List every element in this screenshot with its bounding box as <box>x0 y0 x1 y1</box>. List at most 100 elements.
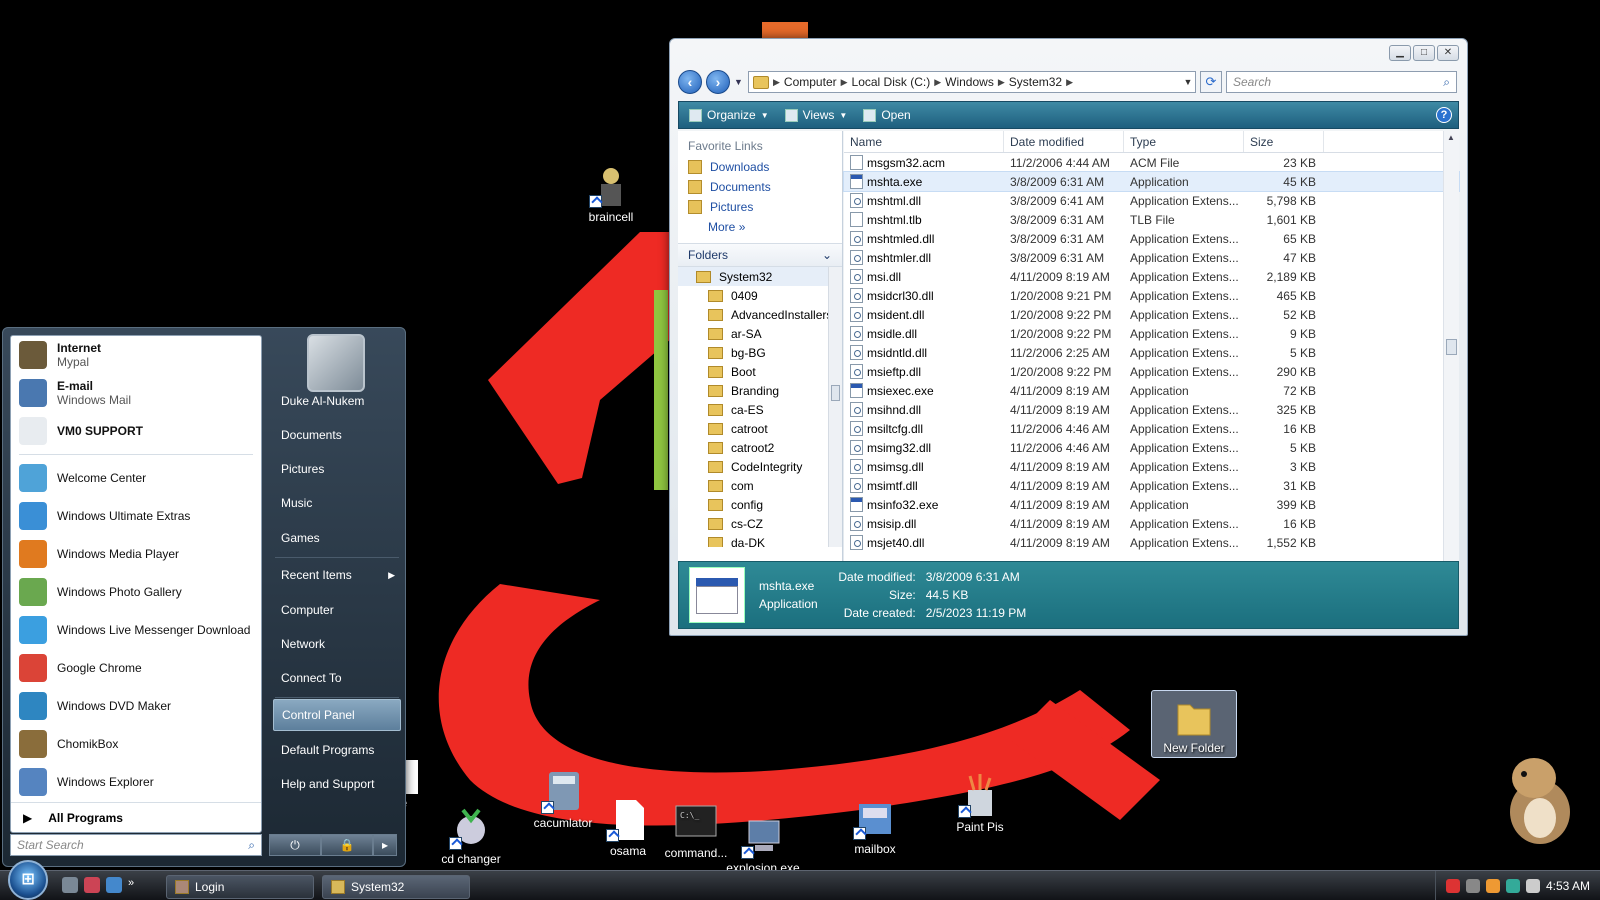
favorite-link-downloads[interactable]: Downloads <box>678 157 842 177</box>
desktop-icon-new-folder[interactable]: New Folder <box>1151 690 1237 758</box>
file-row[interactable]: msimtf.dll 4/11/2009 8:19 AM Application E… <box>844 476 1459 495</box>
file-row[interactable]: msieftp.dll 1/20/2008 9:22 PM Application … <box>844 362 1459 381</box>
start-menu-pinned-item[interactable]: Internet Mypal <box>11 336 261 374</box>
tree-scrollbar-thumb[interactable] <box>831 385 840 401</box>
address-dropdown-icon[interactable]: ▼ <box>1181 77 1195 87</box>
file-row[interactable]: mshta.exe 3/8/2009 6:31 AM Application 45 K… <box>843 171 1460 192</box>
start-menu-link[interactable]: Computer <box>273 594 401 626</box>
start-menu-program-item[interactable]: Windows Explorer <box>11 763 261 801</box>
start-menu-program-item[interactable]: Welcome Center <box>11 459 261 497</box>
tree-item-system32[interactable]: System32 <box>678 267 842 286</box>
file-row[interactable]: mshtml.tlb 3/8/2009 6:31 AM TLB File 1,601 … <box>844 210 1459 229</box>
help-icon[interactable]: ? <box>1436 107 1452 123</box>
back-button[interactable]: ‹ <box>678 70 702 94</box>
clock[interactable]: 4:53 AM <box>1546 879 1590 893</box>
shutdown-options-arrow-icon[interactable]: ▸ <box>373 834 397 856</box>
browser-quicklaunch-icon[interactable] <box>84 877 100 893</box>
file-row[interactable]: msjet40.dll 4/11/2009 8:19 AM Application … <box>844 533 1459 552</box>
start-menu-link[interactable]: Control Panel <box>273 699 401 731</box>
column-header-size[interactable]: Size <box>1244 131 1324 152</box>
breadcrumb-system32[interactable]: System32 <box>1009 75 1062 89</box>
tree-item[interactable]: AdvancedInstallers <box>678 305 842 324</box>
desktop-icon-braincell[interactable]: braincell <box>568 164 654 224</box>
start-menu-link[interactable]: Recent Items ▶ <box>273 559 401 591</box>
tree-item[interactable]: bg-BG <box>678 343 842 362</box>
folders-header[interactable]: Folders ⌄ <box>678 243 842 267</box>
views-button[interactable]: Views ▼ <box>784 108 847 122</box>
file-row[interactable]: mshtmled.dll 3/8/2009 6:31 AM Application … <box>844 229 1459 248</box>
start-menu-program-item[interactable]: Windows Ultimate Extras <box>11 497 261 535</box>
recent-pages-dropdown[interactable]: ▼ <box>734 77 744 87</box>
tree-item[interactable]: catroot2 <box>678 438 842 457</box>
search-icon[interactable]: ⌕ <box>1443 75 1450 90</box>
scroll-up-icon[interactable]: ▲ <box>1447 133 1455 142</box>
file-row[interactable]: msinfo32.exe 4/11/2009 8:19 AM Application… <box>844 495 1459 514</box>
start-search-input[interactable]: Start Search ⌕ <box>10 834 262 856</box>
taskbar-button-login[interactable]: Login <box>166 875 314 899</box>
file-row[interactable]: mshtml.dll 3/8/2009 6:41 AM Application Ex… <box>844 191 1459 210</box>
start-menu-link[interactable]: Default Programs <box>273 734 401 766</box>
column-header-date[interactable]: Date modified <box>1004 131 1124 152</box>
favorite-link-documents[interactable]: Documents <box>678 177 842 197</box>
tree-item[interactable]: catroot <box>678 419 842 438</box>
tray-app-icon[interactable] <box>1485 879 1500 893</box>
start-menu-link[interactable]: Help and Support <box>273 768 401 800</box>
tree-item[interactable]: Branding <box>678 381 842 400</box>
file-row[interactable]: msisip.dll 4/11/2009 8:19 AM Application E… <box>844 514 1459 533</box>
breadcrumb-local-disk[interactable]: Local Disk (C:) <box>852 75 931 89</box>
column-header-name[interactable]: Name <box>844 131 1004 152</box>
file-row[interactable]: msi.dll 4/11/2009 8:19 AM Application Exte… <box>844 267 1459 286</box>
network-icon[interactable] <box>1505 879 1520 893</box>
start-menu-program-item[interactable]: Windows Media Player <box>11 535 261 573</box>
start-menu-link[interactable]: Music <box>273 487 401 519</box>
start-menu-link[interactable]: Games <box>273 522 401 554</box>
start-menu-program-item[interactable]: Windows Photo Gallery <box>11 573 261 611</box>
favorite-link-pictures[interactable]: Pictures <box>678 197 842 217</box>
quick-launch-more-icon[interactable]: » <box>128 877 138 893</box>
file-list-scrollbar[interactable]: ▲ ▼ <box>1443 131 1459 597</box>
close-button[interactable]: ✕ <box>1437 45 1459 61</box>
tree-item[interactable]: cs-CZ <box>678 514 842 533</box>
column-header-type[interactable]: Type <box>1124 131 1244 152</box>
lock-button-icon[interactable]: 🔒 <box>321 834 373 856</box>
tree-item[interactable]: Boot <box>678 362 842 381</box>
user-picture-avatar[interactable] <box>307 334 365 392</box>
file-row[interactable]: msihnd.dll 4/11/2009 8:19 AM Application E… <box>844 400 1459 419</box>
start-menu-link[interactable]: Duke Al-Nukem <box>273 385 401 417</box>
file-list-scrollbar-thumb[interactable] <box>1446 339 1457 355</box>
search-icon[interactable]: ⌕ <box>248 838 255 853</box>
open-button[interactable]: Open <box>863 108 911 122</box>
maximize-button[interactable]: □ <box>1413 45 1435 61</box>
start-menu-program-item[interactable]: ChomikBox <box>11 725 261 763</box>
switch-windows-icon[interactable] <box>106 877 122 893</box>
start-menu-pinned-item[interactable]: E-mail Windows Mail <box>11 374 261 412</box>
power-button-icon[interactable]: ⏻ <box>269 834 321 856</box>
more-links[interactable]: More » <box>678 217 842 237</box>
address-bar[interactable]: ▶ Computer ▶ Local Disk (C:) ▶ Windows ▶… <box>748 71 1196 93</box>
search-input[interactable]: Search ⌕ <box>1226 71 1457 93</box>
tray-app-icon[interactable] <box>1465 879 1480 893</box>
start-menu-pinned-item[interactable]: VM0 SUPPORT <box>11 412 261 450</box>
breadcrumb-computer[interactable]: Computer <box>784 75 837 89</box>
start-menu-link[interactable]: Network <box>273 628 401 660</box>
tree-scrollbar[interactable] <box>828 267 842 547</box>
desktop-icon-paint-pis[interactable]: Paint Pis <box>937 774 1023 834</box>
file-row[interactable]: msiltcfg.dll 11/2/2006 4:46 AM Application… <box>844 419 1459 438</box>
start-menu-link[interactable]: Documents <box>273 419 401 451</box>
file-row[interactable]: msident.dll 1/20/2008 9:22 PM Application … <box>844 305 1459 324</box>
file-row[interactable]: mshtmler.dll 3/8/2009 6:31 AM Application … <box>844 248 1459 267</box>
refresh-button[interactable]: ⟳ <box>1200 71 1222 93</box>
file-row[interactable]: msidle.dll 1/20/2008 9:22 PM Application E… <box>844 324 1459 343</box>
start-menu-program-item[interactable]: Windows DVD Maker <box>11 687 261 725</box>
tree-item[interactable]: config <box>678 495 842 514</box>
tree-item[interactable]: da-DK <box>678 533 842 547</box>
desktop-icon-cd-changer[interactable]: cd changer <box>428 806 514 866</box>
file-row[interactable]: msiexec.exe 4/11/2009 8:19 AM Application 7… <box>844 381 1459 400</box>
tree-item[interactable]: 0409 <box>678 286 842 305</box>
file-row[interactable]: msidcrl30.dll 1/20/2008 9:21 PM Applicatio… <box>844 286 1459 305</box>
tree-item[interactable]: ca-ES <box>678 400 842 419</box>
tree-item[interactable]: ar-SA <box>678 324 842 343</box>
organize-button[interactable]: Organize ▼ <box>689 108 769 122</box>
start-menu-program-item[interactable]: Google Chrome <box>11 649 261 687</box>
tree-item[interactable]: com <box>678 476 842 495</box>
